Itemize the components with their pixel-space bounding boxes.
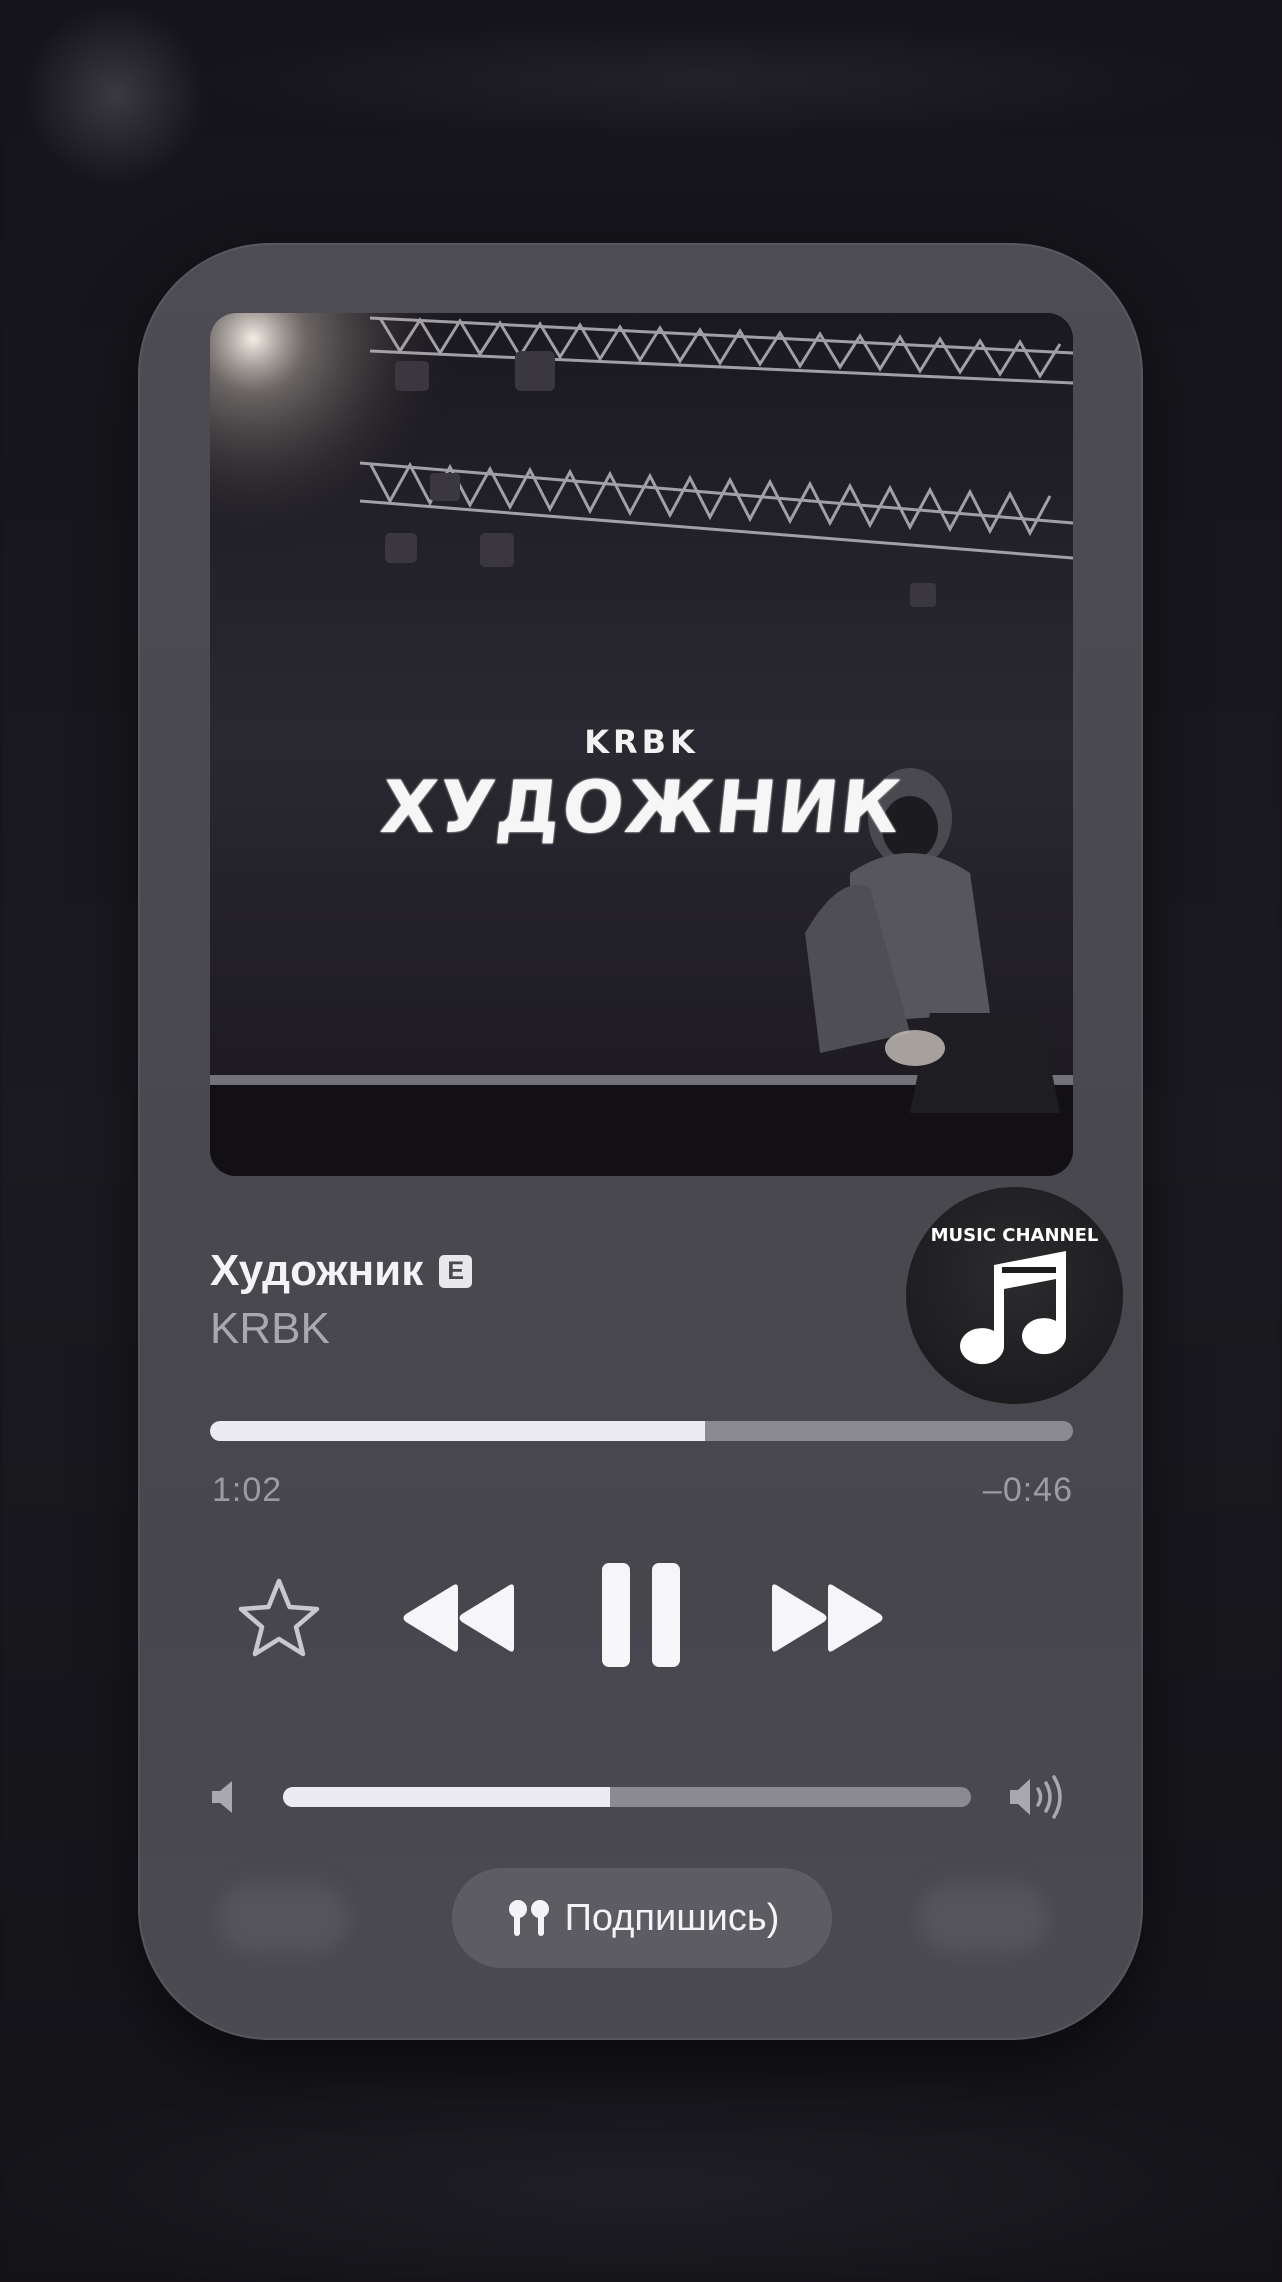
pause-button[interactable] [600,1561,682,1671]
track-title: Художник [210,1246,424,1295]
elapsed-time: 1:02 [212,1471,283,1509]
previous-track-button[interactable] [400,1578,520,1658]
playback-progress-slider[interactable] [210,1421,1073,1441]
volume-fill [283,1787,611,1807]
volume-min-icon [210,1779,240,1815]
artwork-title-text: ХУДОЖНИК [377,765,906,849]
background-blur-shape [918,1883,1048,1953]
next-track-button[interactable] [766,1578,886,1658]
now-playing-card: KRBK ХУДОЖНИК Художник E KRBK MUSIC CHAN… [138,243,1143,2040]
star-icon [238,1578,320,1657]
artwork-artist-text: KRBK [584,723,699,761]
volume-max-icon [1008,1773,1070,1821]
track-artist[interactable]: KRBK [210,1304,330,1354]
output-device-button[interactable]: Подпишись) [452,1868,832,1968]
album-artwork: KRBK ХУДОЖНИК [210,313,1073,1176]
rewind-icon [403,1584,514,1652]
output-device-label: Подпишись) [564,1896,780,1939]
pause-icon [602,1563,680,1667]
track-title-row: Художник E [210,1243,473,1299]
explicit-badge: E [439,1254,473,1288]
playback-progress-fill [210,1421,706,1441]
remaining-time: –0:46 [982,1471,1073,1509]
volume-slider[interactable] [283,1787,971,1807]
background-blur-shape [218,1883,348,1953]
music-note-icon [960,1251,1066,1365]
favorite-button[interactable] [234,1573,324,1663]
fast-forward-icon [772,1584,883,1652]
airpods-icon [508,1900,549,1936]
channel-badge: MUSIC CHANNEL [906,1187,1123,1404]
